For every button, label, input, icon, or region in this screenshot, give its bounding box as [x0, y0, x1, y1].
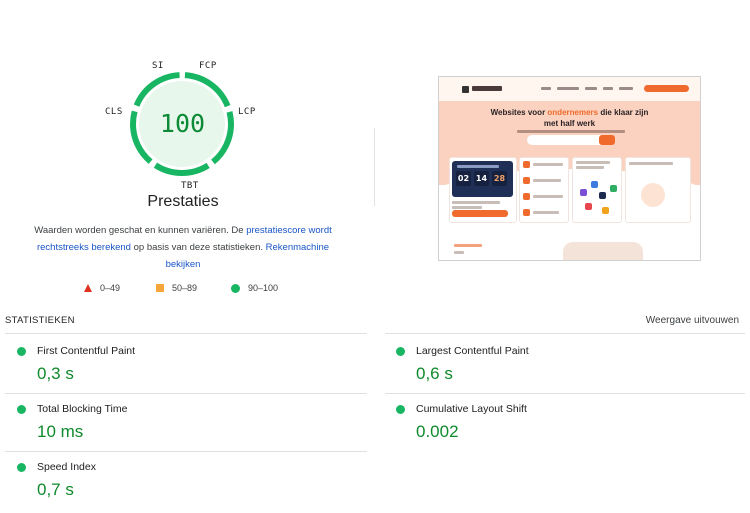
legend-pass: 90–100 [231, 283, 278, 293]
gauge-title: Prestaties [147, 193, 219, 210]
pass-circle-icon [231, 283, 240, 293]
stats-divider [5, 333, 367, 334]
pass-circle-icon [396, 405, 405, 414]
legend-fail: 0–49 [84, 283, 120, 293]
score-description: Waarden worden geschat en kunnen variëre… [24, 222, 342, 273]
screenshot-list-icon [523, 209, 530, 216]
screenshot-line [454, 244, 482, 247]
metric-value: 0,7 s [37, 480, 74, 499]
stats-divider [385, 333, 745, 334]
screenshot-nav-link [603, 87, 613, 90]
screenshot-line [533, 211, 559, 214]
gauge-label-fcp: FCP [199, 61, 217, 71]
expand-view-toggle[interactable]: Weergave uitvouwen [646, 315, 739, 326]
screenshot-app-icon [591, 181, 598, 188]
screenshot-cta-button [452, 210, 508, 217]
screenshot-glow [641, 183, 665, 207]
page-screenshot: Websites voor ondernemers die klaar zijn… [438, 76, 701, 261]
screenshot-line [452, 206, 482, 209]
screenshot-nav-button [644, 85, 689, 92]
screenshot-app-icon [610, 185, 617, 192]
screenshot-nav-link [585, 87, 597, 90]
screenshot-nav-link [619, 87, 633, 90]
screenshot-timer-hours: 02 [456, 171, 471, 186]
metric-name: First Contentful Paint [37, 345, 136, 357]
metric-name: Speed Index [37, 461, 96, 473]
gauge-label-tbt: TBT [181, 181, 199, 191]
screenshot-line [576, 166, 604, 169]
screenshot-timer: 02 14 28 [456, 171, 507, 186]
performance-score: 100 [159, 109, 206, 138]
screenshot-app-icon [585, 203, 592, 210]
description-text-2: op basis van deze statistieken. [130, 242, 266, 253]
screenshot-line [533, 179, 561, 182]
stats-divider [385, 393, 745, 394]
screenshot-line [457, 165, 499, 168]
legend-pass-label: 90–100 [248, 283, 279, 293]
average-square-icon [156, 284, 164, 292]
metric-value: 0.002 [416, 422, 459, 441]
screenshot-subtitle [517, 130, 625, 133]
screenshot-bottom-image [563, 242, 643, 260]
screenshot-nav-link [541, 87, 551, 90]
pass-circle-icon [17, 463, 26, 472]
screenshot-headline-part1: Websites voor [490, 108, 548, 117]
vertical-divider [374, 128, 375, 206]
legend-average: 50–89 [156, 283, 197, 293]
gauge-label-si: SI [152, 61, 164, 71]
screenshot-nav-link [557, 87, 579, 90]
fail-triangle-icon [84, 284, 92, 292]
screenshot-headline-line2: met half werk [543, 119, 596, 128]
statistics-heading: STATISTIEKEN [5, 315, 75, 326]
description-text-1: Waarden worden geschat en kunnen variëre… [34, 225, 247, 236]
legend-average-label: 50–89 [172, 283, 198, 293]
screenshot-headline-part2: die klaar zijn [598, 108, 649, 117]
pass-circle-icon [396, 347, 405, 356]
screenshot-line [533, 195, 563, 198]
metric-value: 10 ms [37, 422, 84, 441]
screenshot-line [452, 201, 500, 204]
metric-name: Largest Contentful Paint [416, 345, 529, 357]
screenshot-line [454, 251, 464, 254]
screenshot-logo-icon [462, 86, 469, 93]
metric-value: 0,3 s [37, 364, 74, 383]
screenshot-line [576, 161, 610, 164]
pass-circle-icon [17, 347, 26, 356]
screenshot-app-icon [602, 207, 609, 214]
score-legend: 0–49 50–89 90–100 [84, 283, 304, 297]
screenshot-timer-seconds: 28 [492, 171, 507, 186]
screenshot-brand [472, 86, 502, 91]
screenshot-app-icon [580, 189, 587, 196]
pass-circle-icon [17, 405, 26, 414]
metric-name: Total Blocking Time [37, 403, 128, 415]
stats-divider [5, 393, 367, 394]
metric-name: Cumulative Layout Shift [416, 403, 527, 415]
legend-fail-label: 0–49 [100, 283, 121, 293]
screenshot-list-icon [523, 193, 530, 200]
screenshot-list-icon [523, 161, 530, 168]
screenshot-line [533, 163, 563, 166]
screenshot-app-icon [599, 192, 606, 199]
stats-divider [5, 451, 367, 452]
metric-value: 0,6 s [416, 364, 453, 383]
screenshot-line [629, 162, 673, 165]
screenshot-headline-accent: ondernemers [547, 108, 599, 117]
screenshot-timer-minutes: 14 [474, 171, 489, 186]
performance-gauge: SI FCP LCP CLS TBT 100 [100, 55, 265, 215]
screenshot-list-icon [523, 177, 530, 184]
screenshot-search-button [599, 135, 615, 145]
screenshot-headline: Websites voor ondernemers die klaar zijn… [439, 107, 700, 129]
